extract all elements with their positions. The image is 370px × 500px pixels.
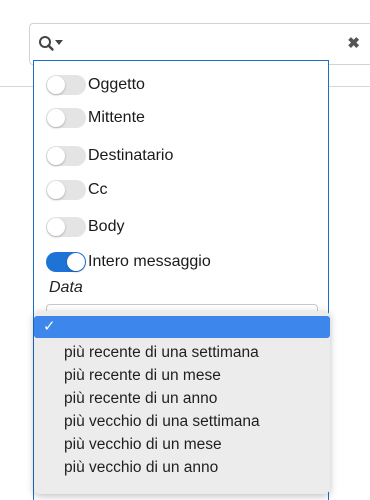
option-label: più vecchio di un anno	[64, 459, 219, 476]
filter-toggle-cc[interactable]: Cc	[46, 177, 108, 203]
filter-toggle-intero-messaggio[interactable]: Intero messaggio	[46, 249, 211, 275]
filter-label: Oggetto	[88, 76, 145, 93]
date-option[interactable]: più vecchio di un mese	[34, 434, 330, 456]
date-option[interactable]: più recente di un mese	[34, 365, 330, 387]
option-label: più recente di una settimana	[64, 344, 259, 361]
date-label: Data	[49, 279, 83, 296]
checkmark-icon: ✓	[43, 318, 56, 335]
date-option[interactable]: più vecchio di un anno	[34, 457, 330, 479]
divider-left	[0, 86, 33, 87]
option-label: più recente di un mese	[64, 367, 221, 384]
filter-toggle-body[interactable]: Body	[46, 214, 124, 240]
filter-toggle-destinatario[interactable]: Destinatario	[46, 143, 173, 169]
option-label: più recente di un anno	[64, 390, 218, 407]
option-label: più vecchio di un mese	[64, 436, 222, 453]
filter-label: Body	[88, 218, 125, 235]
search-scope-dropdown[interactable]	[38, 34, 72, 54]
date-option[interactable]: più recente di un anno	[34, 388, 330, 410]
filter-label: Intero messaggio	[88, 253, 211, 270]
filter-toggle-mittente[interactable]: Mittente	[46, 105, 145, 131]
filter-label: Destinatario	[88, 147, 174, 164]
toggle-switch[interactable]	[46, 180, 86, 200]
date-dropdown-menu: ✓ più recente di una settimana più recen…	[34, 311, 330, 494]
toggle-switch[interactable]	[46, 217, 86, 237]
filter-toggle-oggetto[interactable]: Oggetto	[46, 72, 145, 98]
filter-label: Mittente	[88, 109, 145, 126]
toggle-switch[interactable]	[46, 75, 86, 95]
search-bar[interactable]: ✖	[29, 23, 370, 65]
option-label: più vecchio di una settimana	[64, 413, 260, 430]
date-option-any[interactable]: ✓	[34, 316, 330, 338]
caret-down-icon	[55, 40, 63, 45]
filter-label: Cc	[88, 181, 108, 198]
toggle-switch[interactable]	[46, 108, 86, 128]
toggle-switch[interactable]	[46, 252, 86, 272]
clear-search-icon[interactable]: ✖	[347, 35, 360, 53]
divider-right	[329, 86, 370, 87]
toggle-switch[interactable]	[46, 146, 86, 166]
date-option[interactable]: più recente di una settimana	[34, 342, 330, 364]
search-icon	[39, 36, 63, 51]
date-option[interactable]: più vecchio di una settimana	[34, 411, 330, 433]
